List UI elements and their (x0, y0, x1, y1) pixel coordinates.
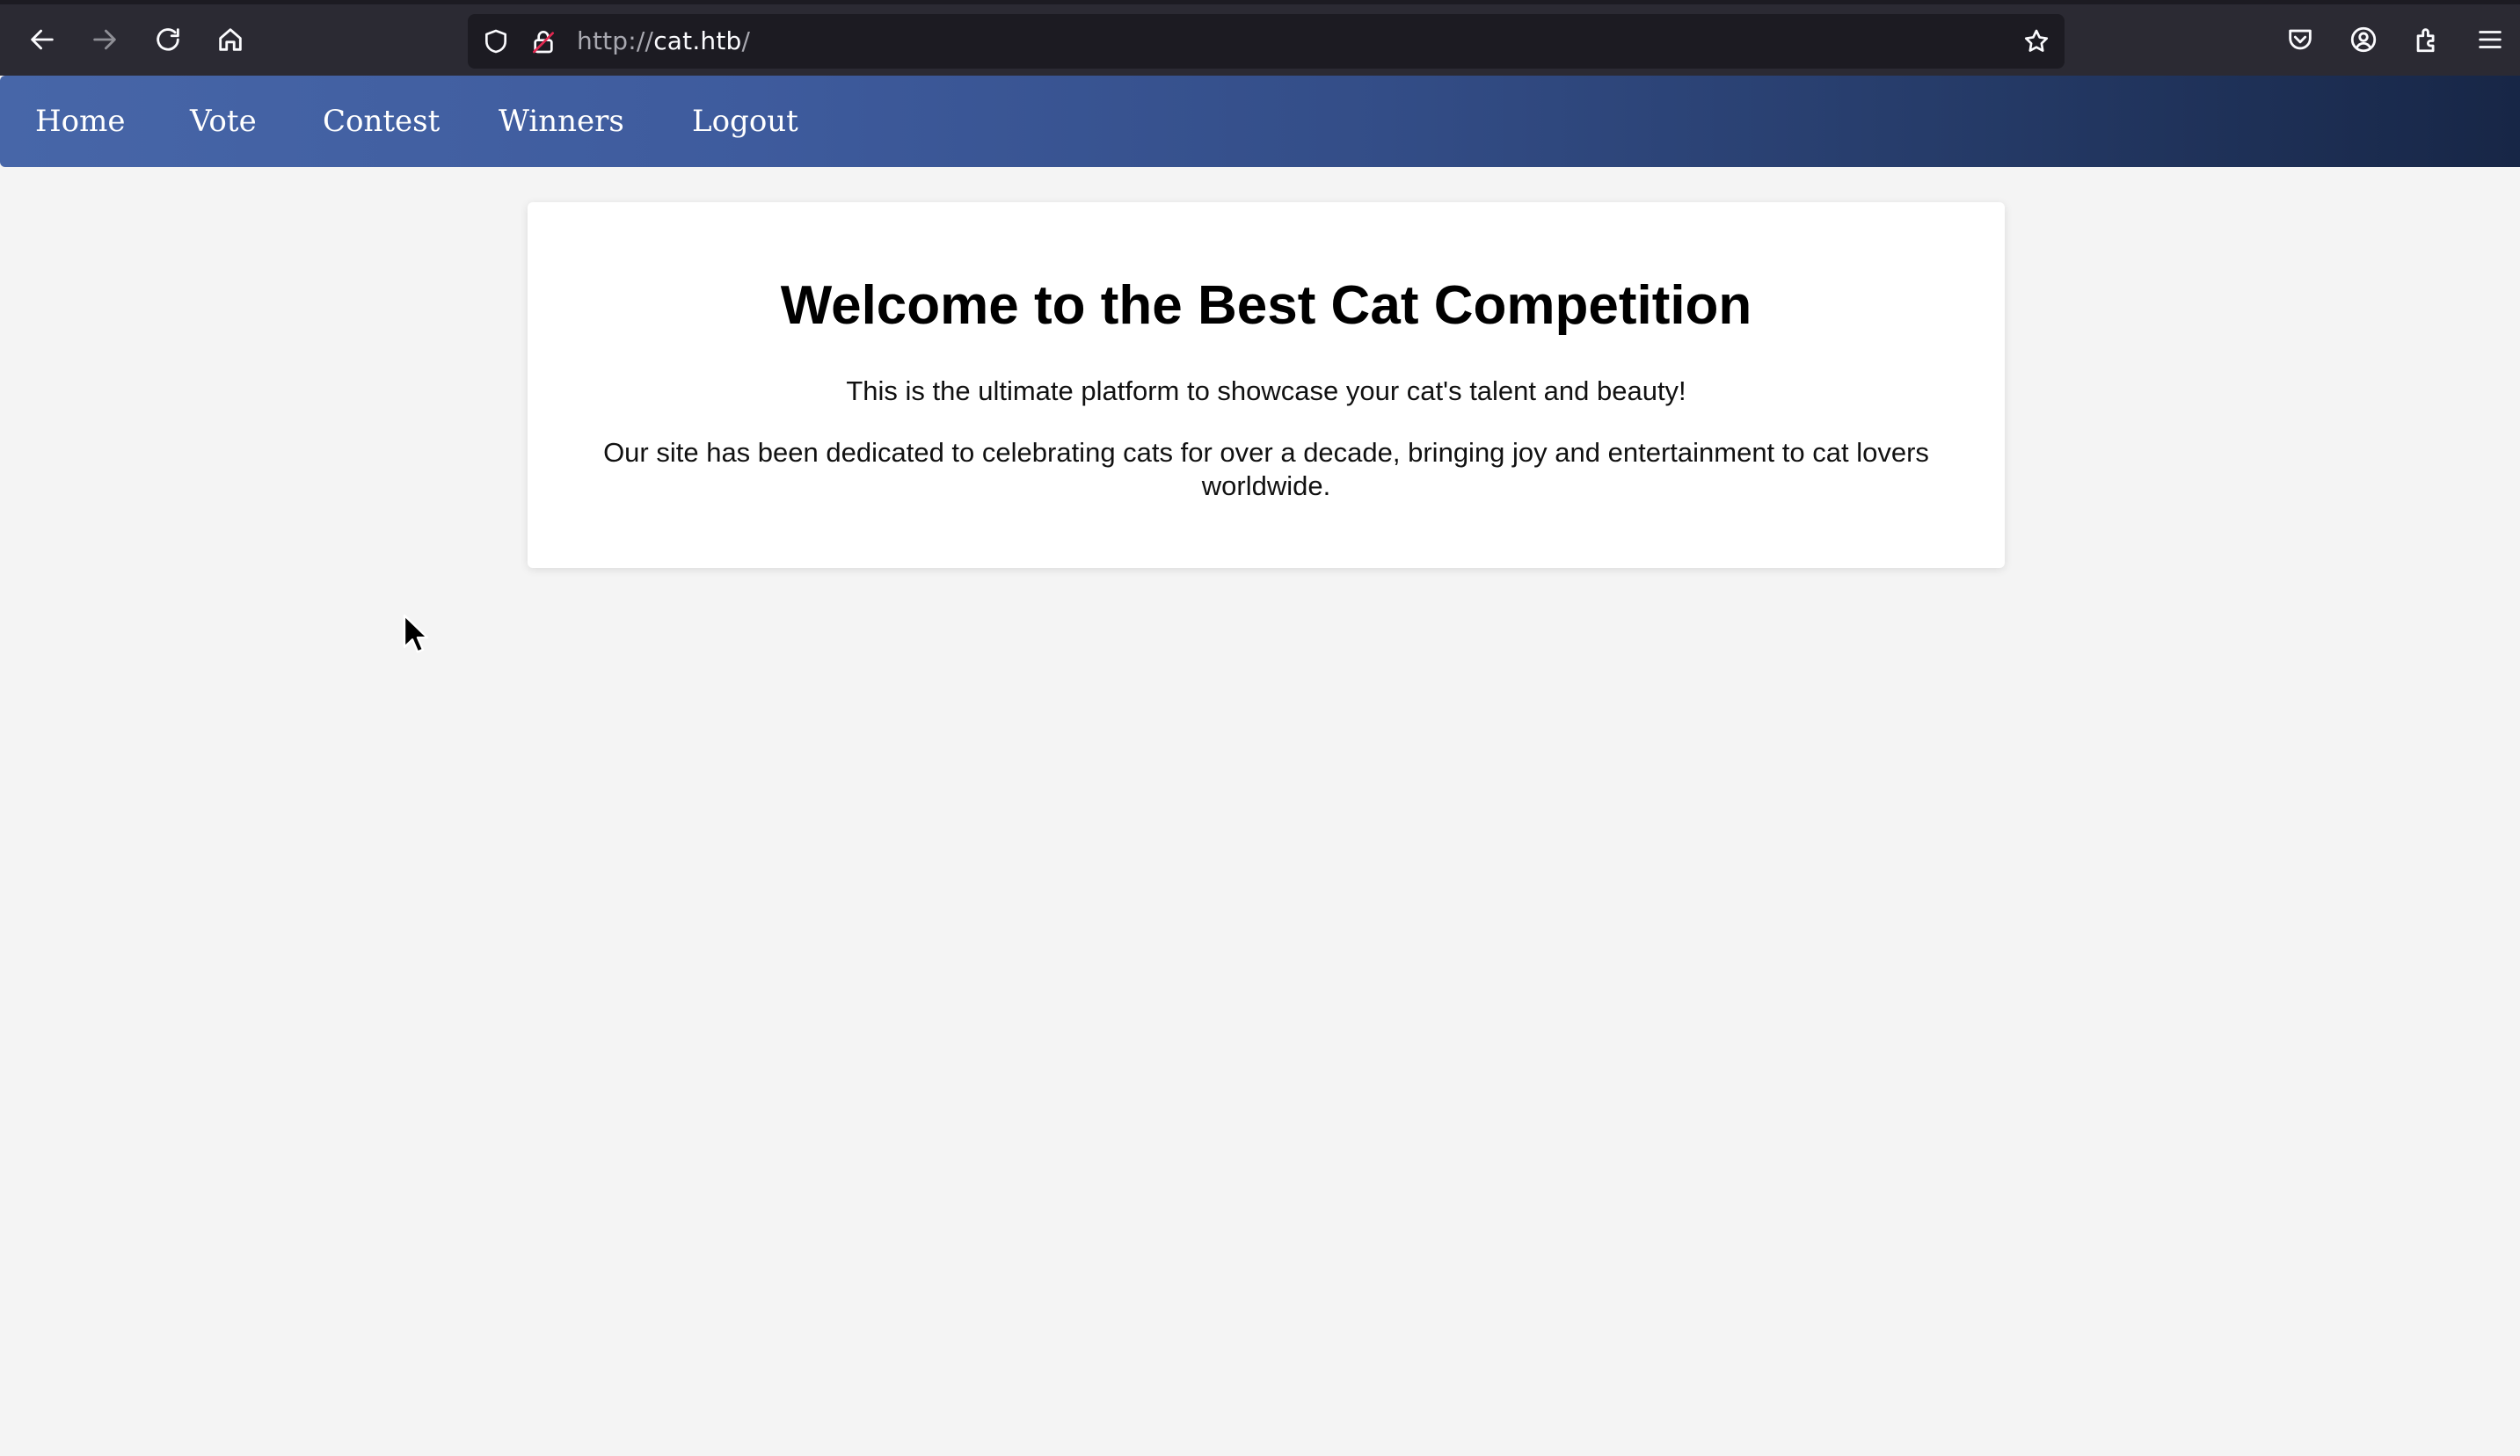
back-icon[interactable] (23, 20, 62, 59)
nav-home[interactable]: Home (35, 76, 125, 167)
insecure-lock-icon[interactable] (528, 25, 559, 57)
reload-icon[interactable] (149, 20, 187, 59)
menu-icon[interactable] (2471, 20, 2509, 59)
site-navbar: Home Vote Contest Winners Logout (0, 76, 2520, 167)
url-host: cat.htb (653, 26, 742, 55)
browser-toolbar: http://cat.htb/ (0, 0, 2520, 76)
forward-icon[interactable] (85, 20, 124, 59)
nav-vote[interactable]: Vote (190, 76, 257, 167)
shield-icon[interactable] (480, 25, 512, 57)
intro-text: This is the ultimate platform to showcas… (846, 375, 1686, 406)
page-title: Welcome to the Best Cat Competition (780, 275, 1752, 336)
home-icon[interactable] (211, 20, 250, 59)
welcome-card: Welcome to the Best Cat Competition This… (528, 202, 2005, 568)
pocket-icon[interactable] (2281, 20, 2320, 59)
mouse-cursor-icon (403, 614, 429, 653)
nav-winners[interactable]: Winners (499, 76, 624, 167)
url-path: / (741, 26, 751, 55)
extensions-icon[interactable] (2407, 20, 2446, 59)
nav-logout[interactable]: Logout (692, 76, 798, 167)
url-protocol: http:// (577, 26, 654, 55)
nav-contest[interactable]: Contest (323, 76, 440, 167)
description-text: Our site has been dedicated to celebrati… (603, 437, 1929, 501)
star-icon[interactable] (2021, 25, 2052, 57)
url-text[interactable]: http://cat.htb/ (577, 14, 750, 69)
address-bar[interactable]: http://cat.htb/ (468, 14, 2065, 69)
account-icon[interactable] (2344, 20, 2383, 59)
